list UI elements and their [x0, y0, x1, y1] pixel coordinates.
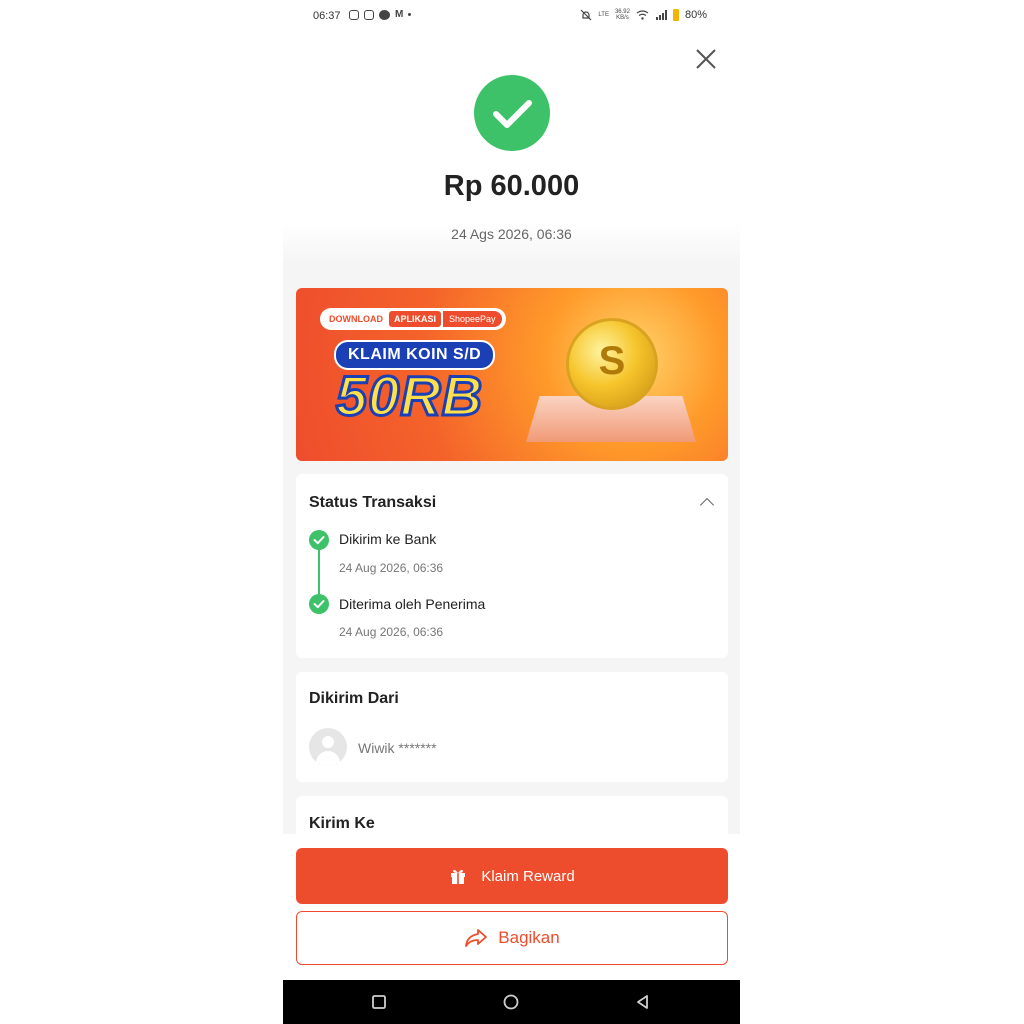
signal-icon: [655, 10, 667, 20]
recents-icon[interactable]: [371, 994, 387, 1010]
back-icon[interactable]: [635, 994, 651, 1010]
system-nav-bar: [283, 980, 740, 1024]
coin-icon: S: [566, 318, 658, 410]
battery-icon: [672, 9, 679, 21]
instagram-icon: [364, 9, 374, 20]
sender-name: Wiwik *******: [358, 740, 437, 756]
share-button[interactable]: Bagikan: [296, 911, 728, 965]
timeline-line: [318, 549, 320, 597]
promo-amount: 50RB: [334, 364, 484, 427]
success-badge: [474, 75, 550, 151]
share-icon: [465, 929, 488, 947]
transaction-date: 24 Ags 2026, 06:36: [451, 226, 572, 242]
download-pill: DOWNLOAD APLIKASI ShopeePay: [320, 308, 506, 330]
instagram-icon: [349, 9, 359, 20]
step-check-icon: [309, 594, 329, 614]
wifi-icon: [636, 10, 649, 20]
status-transaction-card: Status Transaksi Dikirim ke Bank 24 Aug …: [296, 474, 728, 658]
check-icon: [493, 100, 532, 128]
gift-icon: [451, 869, 466, 884]
claim-reward-label: Klaim Reward: [481, 867, 575, 885]
coin-letter: S: [598, 339, 626, 383]
status-indicators: LTE 36.92 KB/s 80%: [580, 9, 707, 21]
promo-banner[interactable]: DOWNLOAD APLIKASI ShopeePay KLAIM KOIN S…: [296, 288, 728, 461]
avatar-icon: [309, 728, 347, 766]
step-label: Diterima oleh Penerima: [339, 596, 486, 612]
notification-icons: M: [349, 9, 412, 20]
share-label: Bagikan: [498, 928, 560, 947]
status-card-title: Status Transaksi: [309, 494, 437, 511]
download-text: DOWNLOAD: [329, 314, 383, 324]
chat-icon: [379, 9, 390, 20]
status-time: 06:37: [313, 10, 341, 22]
transaction-amount: Rp 60.000: [443, 170, 580, 202]
close-icon[interactable]: [693, 46, 719, 72]
recipient-card-title: Kirim Ke: [309, 815, 375, 832]
gmail-icon: M: [395, 9, 404, 20]
battery-level: 80%: [684, 9, 707, 21]
speed-unit: KB/s: [616, 15, 629, 21]
step-date: 24 Aug 2026, 06:36: [339, 561, 444, 575]
chevron-up-icon[interactable]: [699, 497, 715, 513]
lte-indicator: LTE: [598, 12, 609, 18]
step-date: 24 Aug 2026, 06:36: [339, 625, 444, 639]
more-notifications-icon: [408, 13, 412, 16]
phone-screen: 06:37 M LTE 36.92 KB/s 80% Rp 60.000 24 …: [283, 0, 740, 1024]
claim-reward-button[interactable]: Klaim Reward: [296, 848, 728, 904]
aplikasi-text: APLIKASI: [389, 311, 442, 327]
sender-card-title: Dikirim Dari: [309, 690, 399, 707]
speed-indicator: 36.92 KB/s: [615, 9, 630, 21]
sender-card: Dikirim Dari Wiwik *******: [296, 672, 728, 782]
status-bar: 06:37 M LTE 36.92 KB/s 80%: [283, 0, 740, 34]
step-check-icon: [309, 530, 329, 550]
home-icon[interactable]: [503, 994, 519, 1010]
step-label: Dikirim ke Bank: [339, 531, 437, 547]
shopeepay-text: ShopeePay: [443, 311, 502, 327]
action-bar: Klaim Reward Bagikan: [283, 834, 740, 980]
mute-icon: [580, 9, 592, 21]
